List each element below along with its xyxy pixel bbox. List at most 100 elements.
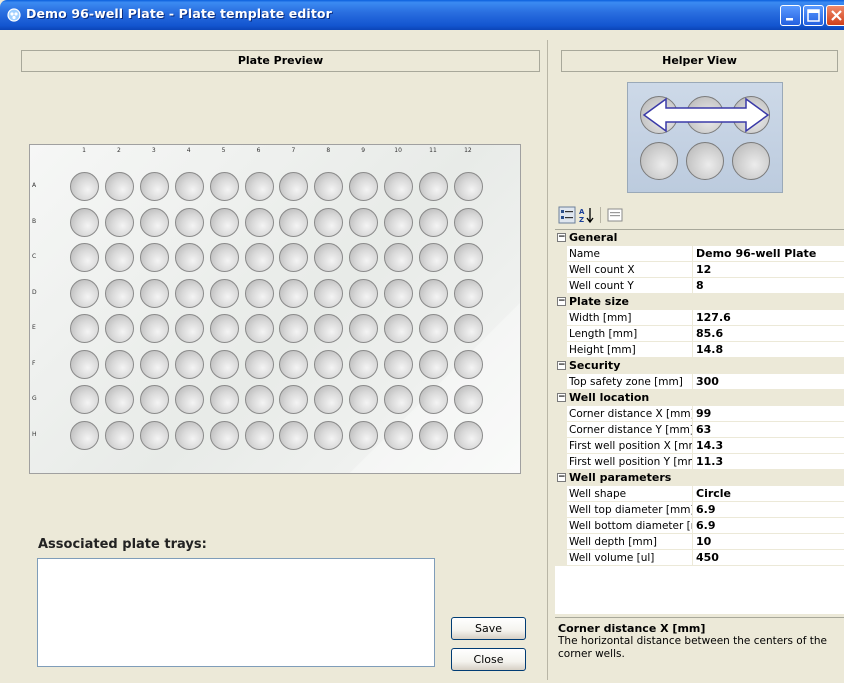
well[interactable]	[349, 278, 379, 308]
property-value[interactable]: 11.3	[693, 454, 844, 470]
well[interactable]	[349, 172, 379, 201]
well[interactable]	[139, 385, 169, 414]
well[interactable]	[314, 314, 344, 343]
well[interactable]	[174, 385, 204, 414]
well[interactable]	[384, 349, 414, 379]
well[interactable]	[244, 278, 274, 308]
well[interactable]	[279, 385, 309, 414]
well[interactable]	[349, 314, 379, 343]
well[interactable]	[419, 243, 448, 272]
well[interactable]	[244, 420, 274, 450]
minimize-button[interactable]	[780, 5, 801, 26]
well[interactable]	[139, 207, 169, 237]
property-row[interactable]: Name Demo 96-well Plate	[555, 246, 844, 262]
well[interactable]	[453, 172, 483, 201]
property-value[interactable]: 300	[693, 374, 844, 390]
well[interactable]	[349, 243, 379, 272]
well[interactable]	[70, 349, 99, 379]
property-value[interactable]: 12	[693, 262, 844, 278]
property-value[interactable]: 127.6	[693, 310, 844, 326]
well[interactable]	[104, 314, 134, 343]
property-row[interactable]: First well position X [mm] 14.3	[555, 438, 844, 454]
well[interactable]	[104, 349, 134, 379]
well[interactable]	[209, 314, 239, 343]
well[interactable]	[279, 278, 309, 308]
well[interactable]	[453, 349, 483, 379]
well[interactable]	[70, 207, 99, 237]
well[interactable]	[279, 314, 309, 343]
well[interactable]	[314, 278, 344, 308]
well[interactable]	[279, 207, 309, 237]
property-row[interactable]: Corner distance Y [mm] 63	[555, 422, 844, 438]
well[interactable]	[174, 420, 204, 450]
well[interactable]	[139, 278, 169, 308]
well[interactable]	[139, 172, 169, 201]
property-value[interactable]: 8	[693, 278, 844, 294]
well[interactable]	[174, 314, 204, 343]
category-general[interactable]: − General	[555, 230, 844, 246]
collapse-icon[interactable]: −	[557, 361, 566, 370]
well[interactable]	[279, 172, 309, 201]
well[interactable]	[419, 314, 448, 343]
well[interactable]	[384, 278, 414, 308]
well[interactable]	[419, 349, 448, 379]
property-row[interactable]: Well depth [mm] 10	[555, 534, 844, 550]
property-row-selected[interactable]: Corner distance X [mm] 99	[555, 406, 844, 422]
category-well-location[interactable]: − Well location	[555, 390, 844, 406]
well[interactable]	[453, 243, 483, 272]
categorized-icon[interactable]	[558, 206, 576, 224]
splitter[interactable]	[547, 40, 551, 680]
well[interactable]	[349, 420, 379, 450]
well[interactable]	[419, 172, 448, 201]
well[interactable]	[174, 349, 204, 379]
save-button[interactable]: Save	[451, 617, 526, 640]
property-value[interactable]: 85.6	[693, 326, 844, 342]
well[interactable]	[384, 207, 414, 237]
well[interactable]	[453, 420, 483, 450]
property-value[interactable]: 14.8	[693, 342, 844, 358]
associated-trays-list[interactable]	[37, 558, 435, 667]
well[interactable]	[384, 243, 414, 272]
well[interactable]	[104, 243, 134, 272]
property-pages-icon[interactable]	[606, 206, 624, 224]
well[interactable]	[349, 385, 379, 414]
property-value[interactable]: 63	[693, 422, 844, 438]
well[interactable]	[453, 385, 483, 414]
well[interactable]	[70, 314, 99, 343]
well[interactable]	[104, 278, 134, 308]
well[interactable]	[384, 314, 414, 343]
sort-az-icon[interactable]: A Z	[578, 206, 596, 224]
well[interactable]	[104, 207, 134, 237]
property-row[interactable]: Well bottom diameter [mm]6.9	[555, 518, 844, 534]
well[interactable]	[174, 243, 204, 272]
well[interactable]	[453, 314, 483, 343]
property-row[interactable]: Height [mm] 14.8	[555, 342, 844, 358]
close-button[interactable]: Close	[451, 648, 526, 671]
plate-preview[interactable]: 1 2 3 4 5 6 7 8 9 10 11 12 A B C D E F G H	[29, 144, 521, 474]
property-row[interactable]: Top safety zone [mm] 300	[555, 374, 844, 390]
well[interactable]	[70, 420, 99, 450]
well[interactable]	[419, 207, 448, 237]
well[interactable]	[139, 349, 169, 379]
property-value[interactable]: Demo 96-well Plate	[693, 246, 844, 262]
property-value[interactable]: 6.9	[693, 502, 844, 518]
well[interactable]	[139, 243, 169, 272]
well[interactable]	[384, 172, 414, 201]
well[interactable]	[419, 278, 448, 308]
well[interactable]	[70, 172, 99, 201]
well[interactable]	[279, 349, 309, 379]
property-row[interactable]: Well top diameter [mm] 6.9	[555, 502, 844, 518]
well[interactable]	[244, 172, 274, 201]
well[interactable]	[244, 207, 274, 237]
maximize-button[interactable]	[803, 5, 824, 26]
well[interactable]	[70, 243, 99, 272]
well[interactable]	[104, 385, 134, 414]
well[interactable]	[244, 385, 274, 414]
well[interactable]	[70, 385, 99, 414]
well[interactable]	[349, 207, 379, 237]
property-row[interactable]: Width [mm] 127.6	[555, 310, 844, 326]
property-value[interactable]: 14.3	[693, 438, 844, 454]
property-row[interactable]: First well position Y [mm] 11.3	[555, 454, 844, 470]
well[interactable]	[314, 243, 344, 272]
well[interactable]	[453, 278, 483, 308]
